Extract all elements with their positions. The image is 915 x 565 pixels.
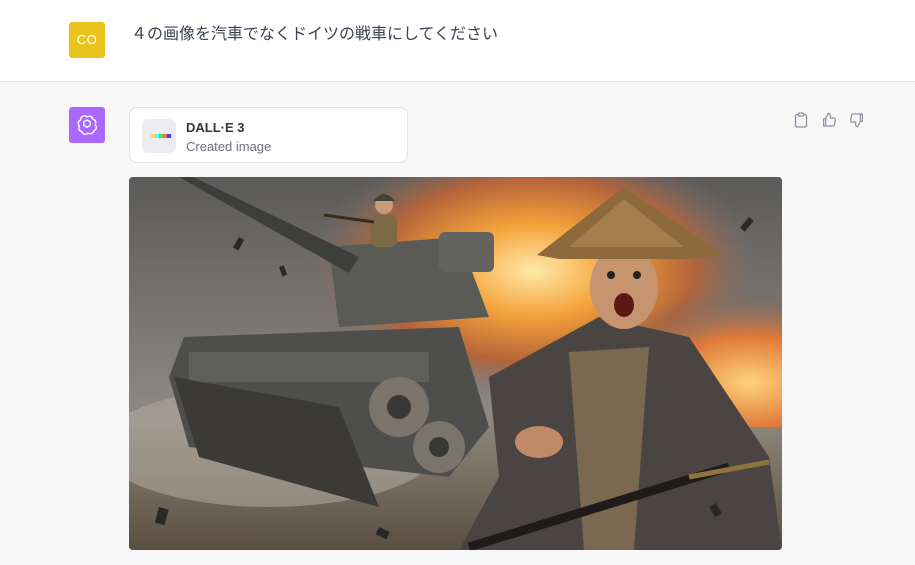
generated-image-artwork (129, 177, 782, 550)
openai-logo-icon (77, 115, 97, 135)
user-avatar: CO (69, 22, 105, 58)
tool-name: DALL·E 3 (186, 120, 245, 135)
dalle-tool-card[interactable]: DALL·E 3 Created image (129, 107, 408, 163)
assistant-avatar (69, 107, 105, 143)
user-message-text: ４の画像を汽車でなくドイツの戦車にしてください (131, 24, 499, 43)
thumbs-up-button[interactable] (820, 111, 838, 129)
assistant-message: DALL·E 3 Created image (0, 83, 915, 565)
tool-status: Created image (186, 139, 272, 154)
message-actions (792, 111, 866, 129)
copy-button[interactable] (792, 111, 810, 129)
dalle-thumbnail-icon (142, 119, 176, 153)
generated-image[interactable] (129, 177, 782, 550)
thumbs-down-icon (850, 113, 863, 128)
user-avatar-initials: CO (76, 32, 98, 47)
user-message: CO ４の画像を汽車でなくドイツの戦車にしてください (0, 0, 915, 82)
clipboard-icon (794, 112, 808, 128)
thumbs-down-button[interactable] (848, 111, 866, 129)
thumbs-up-icon (823, 112, 836, 127)
